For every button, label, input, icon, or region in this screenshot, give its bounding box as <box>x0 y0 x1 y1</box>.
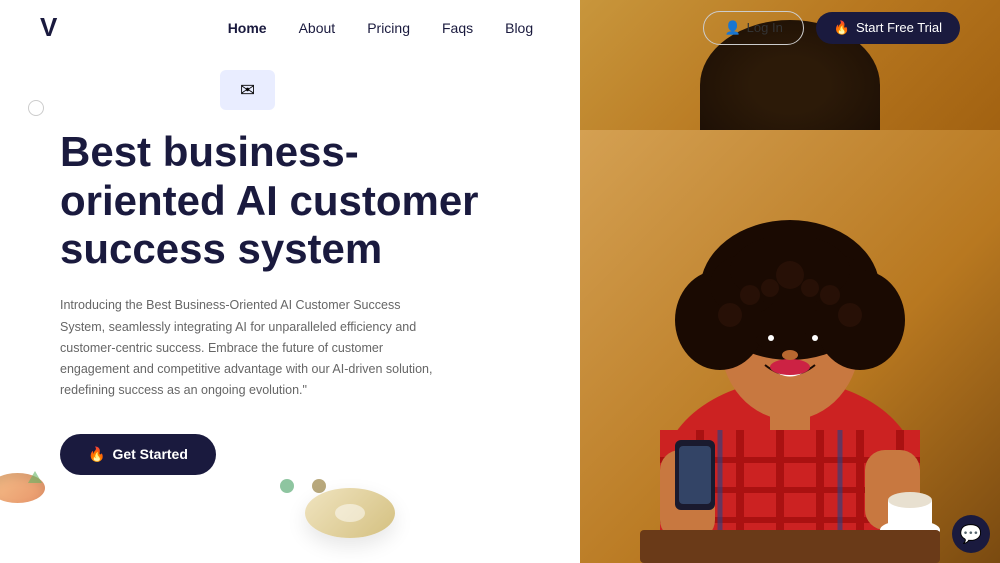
navbar: V Home About Pricing Faqs Blog 👤 Log In … <box>0 0 1000 55</box>
deco-dot-2 <box>312 479 326 493</box>
email-icon: ✉ <box>240 80 255 101</box>
nav-links: Home About Pricing Faqs Blog <box>228 20 533 36</box>
hero-section: ✉ Best business-oriented AI customer suc… <box>0 0 580 563</box>
logo[interactable]: V <box>40 12 57 43</box>
login-label: Log In <box>747 20 783 35</box>
trial-label: Start Free Trial <box>856 20 942 35</box>
hero-description: Introducing the Best Business-Oriented A… <box>60 295 440 401</box>
nav-link-blog[interactable]: Blog <box>505 20 533 36</box>
trial-button[interactable]: 🔥 Start Free Trial <box>816 12 960 44</box>
deco-triangle <box>28 471 42 483</box>
login-button[interactable]: 👤 Log In <box>703 11 803 45</box>
get-started-button[interactable]: 🔥 Get Started <box>60 434 216 475</box>
deco-dot-1 <box>280 479 294 493</box>
fire-icon: 🔥 <box>88 446 105 463</box>
deco-dots <box>280 479 326 493</box>
deco-torus <box>305 488 395 538</box>
get-started-label: Get Started <box>112 446 187 462</box>
deco-torus-inner <box>335 504 365 522</box>
page-container: ✉ Best business-oriented AI customer suc… <box>0 0 1000 563</box>
deco-circle <box>28 100 44 116</box>
hero-image-section: 💬 <box>580 0 1000 563</box>
hero-title: Best business-oriented AI customer succe… <box>60 128 520 273</box>
woman-illustration <box>580 130 1000 563</box>
deco-email-card: ✉ <box>220 70 275 110</box>
trial-fire-icon: 🔥 <box>834 20 850 36</box>
nav-link-pricing[interactable]: Pricing <box>367 20 410 36</box>
chat-bubble-button[interactable]: 💬 <box>952 515 990 553</box>
nav-link-faqs[interactable]: Faqs <box>442 20 473 36</box>
nav-link-home[interactable]: Home <box>228 20 267 36</box>
nav-link-about[interactable]: About <box>299 20 336 36</box>
login-icon: 👤 <box>724 20 740 36</box>
hero-image-main <box>580 130 1000 563</box>
nav-actions: 👤 Log In 🔥 Start Free Trial <box>703 11 960 45</box>
chat-icon: 💬 <box>960 524 982 545</box>
